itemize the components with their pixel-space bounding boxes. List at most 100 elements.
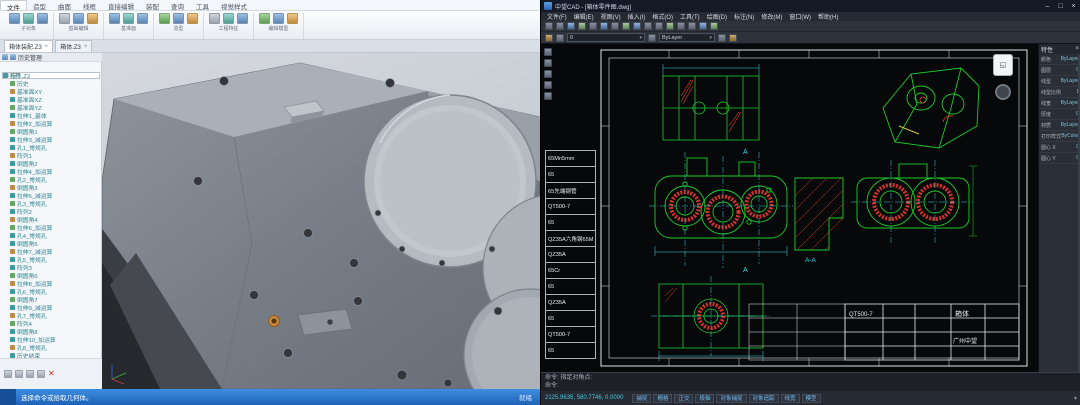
history-back-icon[interactable] [4,370,12,378]
layer-combo[interactable]: 0 ▾ [567,33,645,42]
ribbon-tool-icon[interactable] [9,13,20,24]
tree-item[interactable]: 拉伸7_减运算 [0,247,102,255]
menu-item[interactable]: 文件(F) [547,12,567,21]
tree-item[interactable]: 孔4_常规孔 [0,231,102,239]
tree-item[interactable]: 孔6_常规孔 [0,287,102,295]
lineweight-icon[interactable] [729,34,737,42]
menu-item[interactable]: 工具(T) [680,12,700,21]
tree-item[interactable]: 阵列4 [0,319,102,327]
command-line[interactable]: 命令: 指定对角点:命令: [541,372,1080,391]
menu-item[interactable]: 格式(O) [652,12,673,21]
zoom-window-icon[interactable] [666,22,674,30]
redo-icon[interactable] [611,22,619,30]
document-tab[interactable]: 箱体装配.Z3 × [4,40,53,52]
material-list-row[interactable]: 65 [546,166,595,182]
ribbon-tab[interactable]: 文件 [0,0,27,10]
model-viewport[interactable] [102,53,540,389]
highlighted-hole[interactable] [269,316,280,327]
ribbon-tool-icon[interactable] [59,13,70,24]
tree-item[interactable]: 阵列1 [0,151,102,159]
status-toggle-button[interactable]: 栅格 [653,394,672,403]
material-list-row[interactable]: QZ35A [546,294,595,310]
status-toggle-button[interactable]: 捕捉 [632,394,651,403]
side-view[interactable] [851,160,977,244]
cancel-icon[interactable]: ✕ [48,370,55,378]
tree-tab-icon[interactable] [2,54,8,60]
replay-icon[interactable] [26,370,34,378]
isometric-view[interactable] [883,68,979,148]
ribbon-tool-icon[interactable] [223,13,234,24]
menu-item[interactable]: 绘图(D) [707,12,727,21]
assembly-tab-icon[interactable] [10,54,16,60]
view-cube[interactable]: ◱ [993,54,1013,76]
status-toggle-button[interactable]: 极轴 [695,394,714,403]
menu-item[interactable]: 窗口(W) [789,12,811,21]
close-tab-icon[interactable]: × [84,44,88,50]
property-row[interactable]: 线型比例 1 [1039,87,1080,98]
layers-icon[interactable] [699,22,707,30]
property-row[interactable]: 线型 ByLayer [1039,76,1080,87]
tree-item[interactable]: 基准面YZ [0,103,102,111]
preview-icon[interactable] [589,22,597,30]
history-forward-icon[interactable] [15,370,23,378]
front-view[interactable]: A A [649,149,793,274]
material-list-row[interactable]: QT500-7 [546,326,595,342]
document-tab[interactable]: 箱体.Z3 × [55,40,92,52]
ribbon-tool-icon[interactable] [137,13,148,24]
new-icon[interactable] [545,22,553,30]
plot-icon[interactable] [578,22,586,30]
ribbon-tab[interactable]: 直接编辑 [102,0,140,10]
tree-item[interactable]: 拉伸3_减运算 [0,135,102,143]
minimize-button[interactable]: – [1043,3,1052,10]
layer-manager-icon[interactable] [545,34,553,42]
menu-item[interactable]: 标注(N) [734,12,754,21]
drawing-sheet[interactable]: A A A-A [599,46,1031,372]
erase-icon[interactable] [544,92,552,100]
undo-icon[interactable] [600,22,608,30]
ribbon-tool-icon[interactable] [273,13,284,24]
property-row[interactable]: 厚度 0 [1039,109,1080,120]
material-list-row[interactable]: QT500-7 [546,198,595,214]
status-menu-icon[interactable]: ▾ [1074,395,1077,402]
ribbon-tool-icon[interactable] [87,13,98,24]
menu-item[interactable]: 帮助(H) [818,12,838,21]
tree-item[interactable]: 箱体.Z3 [0,71,102,79]
property-row[interactable]: 材质 ByLayer [1039,120,1080,131]
tree-item[interactable]: 阵列3 [0,263,102,271]
tree-item[interactable]: 历史 [0,79,102,87]
tree-item[interactable]: 孔8_常规孔 [0,343,102,351]
tree-item[interactable]: 拉伸8_加运算 [0,279,102,287]
menu-item[interactable]: 插入(I) [628,12,646,21]
menu-item[interactable]: 编辑(E) [574,12,594,21]
trim-icon[interactable] [544,81,552,89]
ribbon-tool-icon[interactable] [159,13,170,24]
material-list-row[interactable]: 65Mn5mm [546,150,595,166]
material-list-row[interactable]: 65 [546,342,595,358]
ribbon-tool-icon[interactable] [259,13,270,24]
title-block[interactable]: QT500-7 箱体 广州中望 [749,304,1019,360]
tree-item[interactable]: 孔2_常规孔 [0,175,102,183]
material-list-row[interactable]: 65 [546,214,595,230]
tree-item[interactable]: 拉伸10_加运算 [0,335,102,343]
ribbon-tool-icon[interactable] [173,13,184,24]
bottom-view[interactable] [651,276,771,361]
ribbon-tool-icon[interactable] [237,13,248,24]
property-row[interactable]: 打印样式 ByColor [1039,131,1080,142]
ribbon-tool-icon[interactable] [73,13,84,24]
status-toggle-button[interactable]: 线宽 [781,394,800,403]
refresh-icon[interactable] [37,370,45,378]
property-row[interactable]: 圆心 X 0 [1039,142,1080,153]
tree-item[interactable]: 孔3_常规孔 [0,199,102,207]
copy-icon[interactable] [633,22,641,30]
ribbon-tab[interactable]: 视觉样式 [215,0,253,10]
close-panel-icon[interactable]: × [1075,46,1079,52]
ribbon-tool-icon[interactable] [287,13,298,24]
tree-item[interactable]: 历史结束 [0,351,102,358]
color-combo[interactable]: ByLayer ▾ [659,33,715,42]
close-button[interactable]: × [1069,3,1078,10]
gearbox-housing-model[interactable] [102,53,540,389]
property-row[interactable]: 图层 0 [1039,65,1080,76]
material-list-row[interactable]: 65Cr [546,262,595,278]
material-list-row[interactable]: 65 [546,278,595,294]
top-view[interactable] [663,64,759,140]
